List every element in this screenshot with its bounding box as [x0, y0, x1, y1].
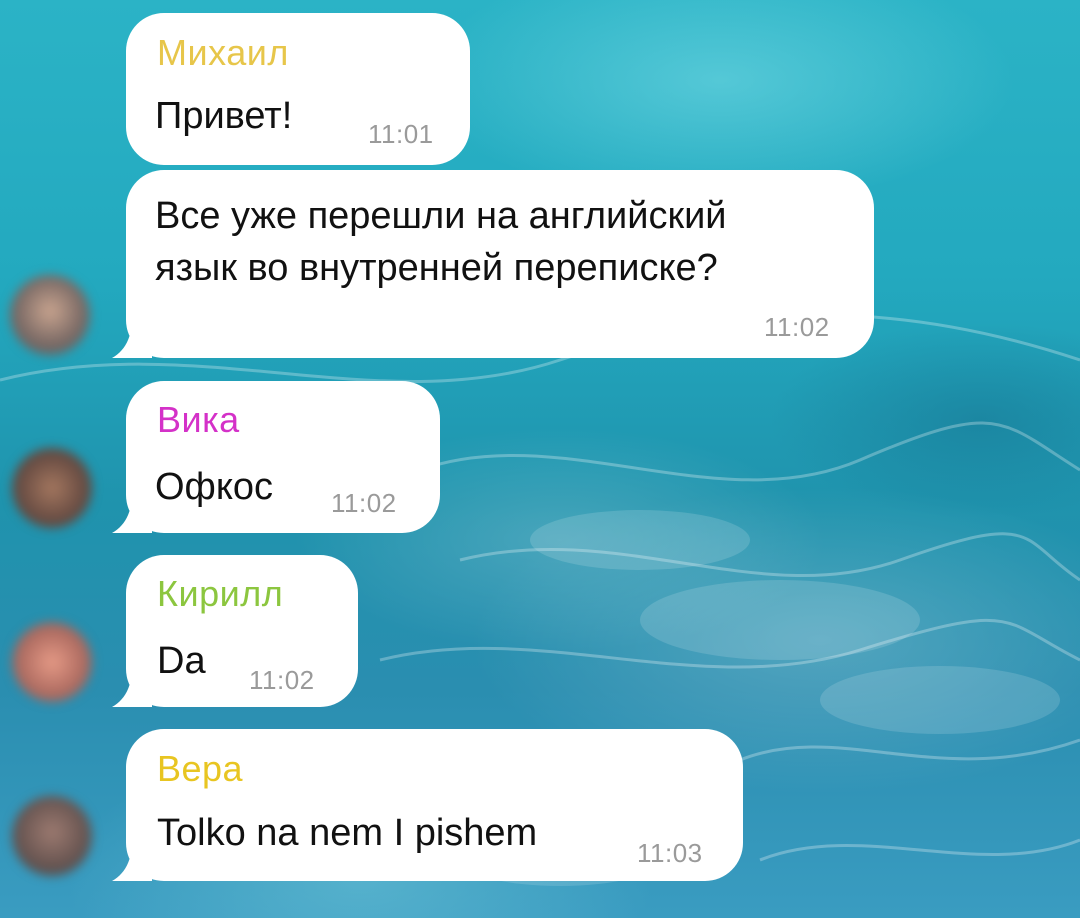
message-text: Офкос — [155, 466, 274, 508]
message-text-line1: Все уже перешли на английский — [155, 195, 727, 237]
message-time: 11:01 — [368, 119, 434, 149]
message-time: 11:02 — [249, 665, 315, 695]
bubble-tail — [112, 667, 152, 707]
message-bubble[interactable]: Все уже перешли на английский язык во вн… — [126, 170, 874, 358]
message-time: 11:02 — [764, 312, 830, 342]
sender-name: Михаил — [157, 32, 289, 73]
message-text-line2: язык во внутренней переписке? — [155, 247, 718, 289]
message-bubble[interactable]: Михаил Привет! 11:01 — [126, 13, 470, 165]
message-text: Tolko na nem I pishem — [157, 812, 538, 854]
message-text: Привет! — [155, 95, 293, 137]
avatar[interactable] — [12, 448, 92, 528]
avatar[interactable] — [12, 796, 92, 876]
bubble-tail — [112, 493, 152, 533]
sender-name: Вера — [157, 748, 244, 789]
message-bubble[interactable]: Вера Tolko na nem I pishem 11:03 — [126, 729, 743, 881]
message-bubble[interactable]: Вика Офкос 11:02 — [126, 381, 440, 533]
message-time: 11:02 — [331, 488, 397, 518]
avatar[interactable] — [12, 622, 92, 702]
message-time: 11:03 — [637, 838, 703, 868]
sender-name: Кирилл — [157, 573, 284, 614]
sender-name: Вика — [157, 399, 240, 440]
avatar[interactable] — [10, 275, 90, 355]
message-text: Da — [157, 640, 206, 682]
message-bubble[interactable]: Кирилл Da 11:02 — [126, 555, 358, 707]
bubble-tail — [112, 841, 152, 881]
bubble-tail — [112, 318, 152, 358]
